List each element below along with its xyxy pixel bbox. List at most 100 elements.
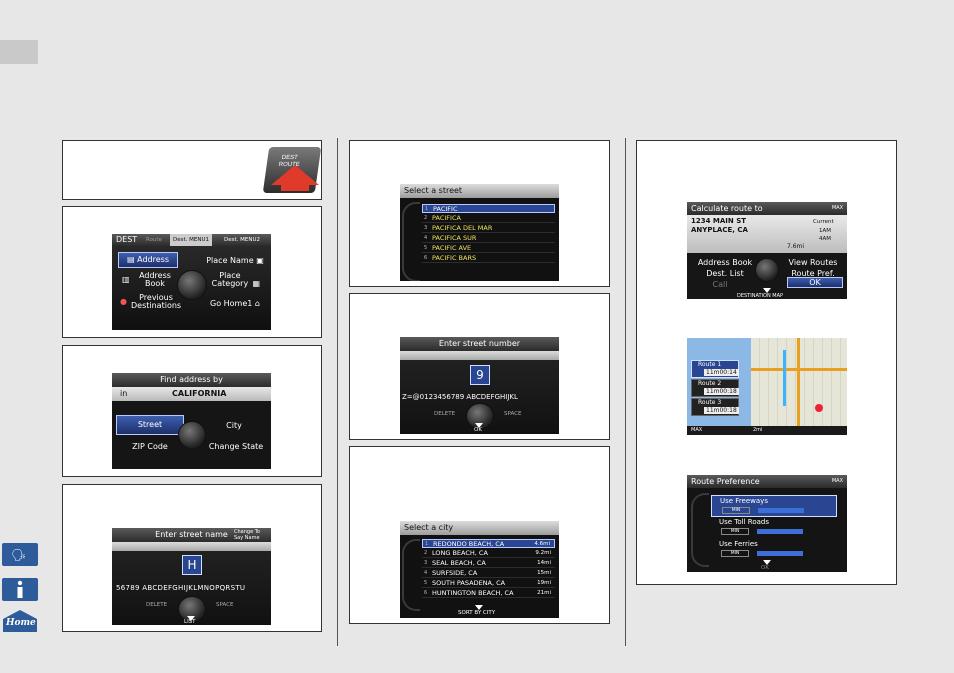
city-list-item[interactable]: 5 SOUTH PASADENA, CA 19mi xyxy=(422,579,555,588)
dest-list-button[interactable]: Dest. List xyxy=(695,268,755,279)
find-address-screen: Find address by in CALIFORNIA Street Cit… xyxy=(112,373,271,469)
tab-route[interactable]: Route xyxy=(146,234,162,246)
city-name: SEAL BEACH, CA xyxy=(432,559,486,567)
info-icon[interactable] xyxy=(2,578,38,601)
go-home-button[interactable]: Go Home1 ⌂ xyxy=(204,298,266,309)
ok-label[interactable]: OK xyxy=(474,427,482,433)
street-list-item[interactable]: 5 PACIFIC AVE xyxy=(422,244,555,253)
call-button[interactable]: Call xyxy=(695,279,745,290)
list-scroll-arc xyxy=(691,493,709,567)
city-distance: 15mi xyxy=(537,570,551,576)
address-book-icon: ▥ xyxy=(122,275,130,284)
entry-field[interactable] xyxy=(112,542,271,551)
change-state-button[interactable]: Change State xyxy=(204,441,268,452)
press-arrow-icon xyxy=(271,165,319,185)
max-indicator: MAX xyxy=(691,427,703,433)
preference-slider[interactable] xyxy=(757,529,803,534)
row-number: 2 xyxy=(424,550,428,556)
select-city-title: Select a city xyxy=(400,521,559,535)
address-book-label: Address Book xyxy=(139,271,171,288)
row-number: 1 xyxy=(425,206,429,212)
route-option[interactable]: Route 1 11m00:14 xyxy=(691,360,739,378)
street-number-screen: Enter street number 9 Z=@0123456789 ABCD… xyxy=(400,337,559,434)
min-label: MIN xyxy=(721,550,749,557)
state-bar: in CALIFORNIA xyxy=(112,387,271,401)
space-label[interactable]: SPACE xyxy=(504,411,521,417)
address-book-button[interactable]: ▥ Address Book xyxy=(118,272,178,288)
city-distance: 21mi xyxy=(537,590,551,596)
address-label: Address xyxy=(137,255,169,264)
delete-label[interactable]: DELETE xyxy=(434,411,455,417)
ok-label[interactable]: OK xyxy=(761,565,769,571)
preference-option[interactable]: Use Ferries MIN xyxy=(711,539,837,561)
city-list-item[interactable]: 3 SEAL BEACH, CA 14mi xyxy=(422,559,555,568)
delete-label[interactable]: DELETE xyxy=(146,602,167,608)
preference-label: Use Freeways xyxy=(720,497,768,505)
city-list-item[interactable]: 6 HUNTINGTON BEACH, CA 21mi xyxy=(422,589,555,598)
column-divider xyxy=(337,138,338,646)
list-label[interactable]: LIST xyxy=(184,619,196,625)
row-number: 2 xyxy=(424,215,428,221)
address-book-button[interactable]: Address Book xyxy=(695,257,755,268)
destination-map-label[interactable]: DESTINATION MAP xyxy=(737,293,783,299)
previous-label: Previous Destinations xyxy=(131,293,182,310)
city-name: SURFSIDE, CA xyxy=(432,569,478,577)
tab-dest-menu2[interactable]: Dest. MENU2 xyxy=(224,234,260,246)
place-name-button[interactable]: Place Name ▣ xyxy=(204,255,266,266)
street-list-item[interactable]: 3 PACIFICA DEL MAR xyxy=(422,224,555,233)
freeway-line xyxy=(751,368,847,371)
in-label: in xyxy=(120,389,128,398)
ok-button[interactable]: OK xyxy=(787,277,843,288)
sort-by-city[interactable]: SORT BY CITY xyxy=(458,610,495,616)
home-label: Home xyxy=(6,618,36,628)
street-list-item[interactable]: 4 PACIFICA SUR xyxy=(422,234,555,243)
row-number: 4 xyxy=(424,235,428,241)
select-city-screen: Select a city SORT BY CITY 1 REDONDO BEAC… xyxy=(400,521,559,618)
home-icon[interactable]: Home xyxy=(2,609,38,633)
tab-dest-menu1[interactable]: Dest. MENU1 xyxy=(170,234,212,246)
go-home-label: Go Home1 xyxy=(210,299,253,308)
city-name: LONG BEACH, CA xyxy=(432,549,488,557)
zip-code-button[interactable]: ZIP Code xyxy=(120,441,180,452)
street-name-screen: Enter street name Change To Say Name H 5… xyxy=(112,528,271,625)
address-icon: ▤ xyxy=(127,255,135,264)
preference-option[interactable]: Use Toll Roads MIN xyxy=(711,517,837,539)
space-label[interactable]: SPACE xyxy=(216,602,233,608)
route-map-screen: MAX 2mi Route 1 11m00:14 Route 2 11m00:18 Ro… xyxy=(687,338,847,435)
street-list-item[interactable]: 6 PACIFIC BARS xyxy=(422,254,555,263)
voice-command-icon[interactable]: 🗣 xyxy=(2,543,38,566)
entry-field[interactable] xyxy=(400,351,559,360)
find-address-title: Find address by xyxy=(112,373,271,387)
street-list-item[interactable]: 2 PACIFICA xyxy=(422,214,555,223)
preference-slider[interactable] xyxy=(758,508,804,513)
street-list-item[interactable]: 1 PACIFIC xyxy=(422,204,555,213)
step2-panel: DEST Route Dest. MENU1 Dest. MENU2 ▤ Add… xyxy=(62,206,322,338)
preference-slider[interactable] xyxy=(757,551,803,556)
route-option[interactable]: Route 3 11m00:18 xyxy=(691,398,739,416)
character-wheel[interactable]: 56789 ABCDEFGHIJKLMNOPQRSTU xyxy=(116,584,271,592)
step8-10-panel: Calculate route to MAX 1234 MAIN ST ANYP… xyxy=(636,140,897,585)
view-routes-button[interactable]: View Routes xyxy=(785,257,841,268)
street-number-title: Enter street number xyxy=(400,337,559,351)
city-list-item[interactable]: 2 LONG BEACH, CA 9.2mi xyxy=(422,549,555,558)
previous-destinations-button[interactable]: ● Previous Destinations xyxy=(118,294,184,310)
city-button[interactable]: City xyxy=(212,420,256,431)
route-option[interactable]: Route 2 11m00:18 xyxy=(691,379,739,397)
interface-dial[interactable] xyxy=(177,270,207,300)
row-number: 6 xyxy=(424,255,428,261)
street-button[interactable]: Street xyxy=(116,415,184,435)
change-to-say-name[interactable]: Change To Say Name xyxy=(234,529,270,541)
city-name: SOUTH PASADENA, CA xyxy=(432,579,506,587)
city-list-item[interactable]: 4 SURFSIDE, CA 15mi xyxy=(422,569,555,578)
calculate-route-title: Calculate route to MAX xyxy=(687,202,847,215)
selected-letter: H xyxy=(182,555,202,575)
destination-flag-icon xyxy=(815,404,823,412)
place-category-button[interactable]: Place Category ▦ xyxy=(204,272,266,288)
address-button[interactable]: ▤ Address xyxy=(118,252,178,268)
city-list-item[interactable]: 1 REDONDO BEACH, CA 4.6mi xyxy=(422,539,555,548)
preference-option[interactable]: Use Freeways MIN xyxy=(711,495,837,517)
character-wheel[interactable]: Z=@0123456789 ABCDEFGHIJKL xyxy=(402,393,559,401)
scale-label: 2mi xyxy=(753,427,763,433)
interface-dial[interactable] xyxy=(755,258,779,282)
interface-dial[interactable] xyxy=(178,421,206,449)
